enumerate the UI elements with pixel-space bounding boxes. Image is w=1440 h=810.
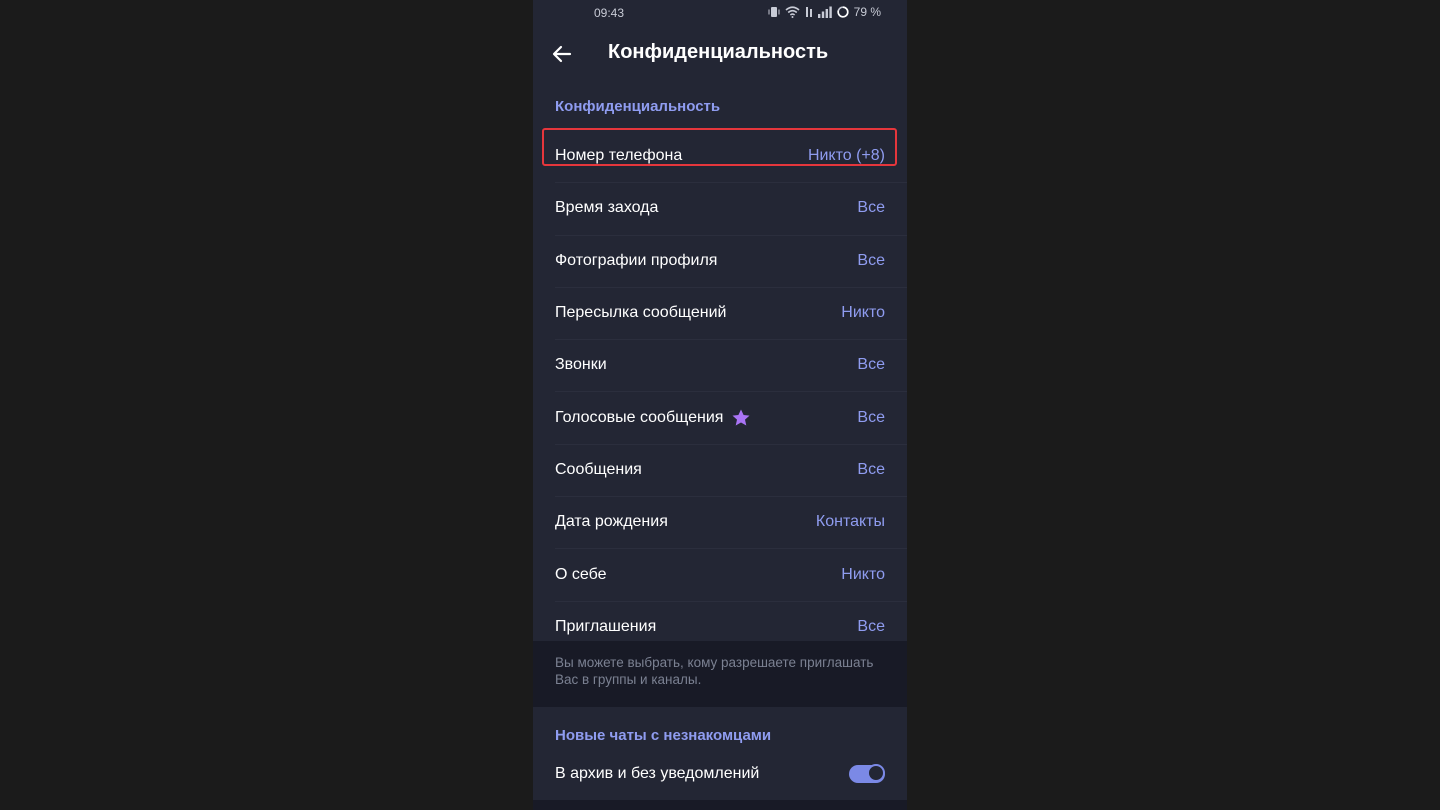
status-time: 09:43 — [594, 6, 625, 20]
privacy-row-voice-messages[interactable]: Голосовые сообщения Все — [533, 391, 907, 443]
row-label-wrap: Голосовые сообщения — [555, 408, 751, 428]
row-label: Фотографии профиля — [555, 251, 718, 269]
row-value: Контакты — [815, 513, 885, 531]
row-label: О себе — [555, 565, 607, 583]
volte-icon — [805, 7, 812, 17]
row-label: Голосовые сообщения — [555, 408, 724, 426]
privacy-row-phone-number[interactable]: Номер телефона Никто (+8) — [533, 130, 907, 182]
battery-icon — [837, 6, 849, 18]
row-label: Сообщения — [555, 460, 642, 478]
row-label: Номер телефона — [555, 147, 683, 165]
privacy-row-forwarding[interactable]: Пересылка сообщений Никто — [533, 286, 907, 339]
vibrate-icon — [768, 7, 780, 17]
new-chats-section: Новые чаты с незнакомцами В архив и без … — [533, 707, 907, 800]
row-value: Все — [857, 356, 885, 374]
phone-screen: 09:43 79 % Конфиденциальность Конфиденци… — [533, 0, 907, 810]
row-value: Все — [857, 199, 885, 217]
privacy-row-calls[interactable]: Звонки Все — [533, 339, 907, 391]
privacy-row-messages[interactable]: Сообщения Все — [533, 443, 907, 496]
privacy-section-title: Конфиденциальность — [555, 98, 721, 115]
privacy-section: Конфиденциальность Номер телефона Никто … — [533, 82, 907, 641]
archive-mute-row[interactable]: В архив и без уведомлений — [533, 751, 907, 797]
privacy-row-last-seen[interactable]: Время захода Все — [533, 182, 907, 234]
battery-percent: 79 % — [853, 5, 881, 19]
row-label: В архив и без уведомлений — [555, 765, 760, 782]
row-label: Звонки — [555, 356, 607, 374]
page-title: Конфиденциальность — [608, 41, 829, 63]
privacy-row-birthday[interactable]: Дата рождения Контакты — [533, 496, 907, 548]
archive-mute-toggle[interactable] — [849, 764, 885, 783]
app-header: Конфиденциальность — [533, 26, 907, 82]
privacy-row-profile-photos[interactable]: Фотографии профиля Все — [533, 234, 907, 287]
status-icons: 79 % — [768, 5, 881, 19]
row-value: Все — [857, 617, 885, 635]
privacy-row-bio[interactable]: О себе Никто — [533, 548, 907, 600]
row-label: Дата рождения — [555, 513, 668, 531]
row-value: Никто — [841, 565, 885, 583]
row-value: Все — [857, 408, 885, 426]
invites-footnote: Вы можете выбрать, кому разрешаете пригл… — [533, 641, 907, 707]
row-label: Пересылка сообщений — [555, 304, 727, 322]
new-chats-section-title: Новые чаты с незнакомцами — [555, 727, 772, 744]
row-value: Все — [857, 460, 885, 478]
row-value: Все — [857, 251, 885, 269]
toggle-knob — [867, 764, 885, 782]
row-label: Время захода — [555, 199, 659, 217]
arrow-left-icon[interactable] — [550, 42, 574, 66]
status-bar: 09:43 79 % — [533, 0, 907, 26]
row-value: Никто (+8) — [807, 147, 885, 165]
wifi-icon — [785, 6, 800, 18]
row-value: Никто — [841, 304, 885, 322]
row-label: Приглашения — [555, 617, 657, 635]
signal-icon — [817, 6, 832, 18]
premium-star-icon — [732, 409, 750, 426]
